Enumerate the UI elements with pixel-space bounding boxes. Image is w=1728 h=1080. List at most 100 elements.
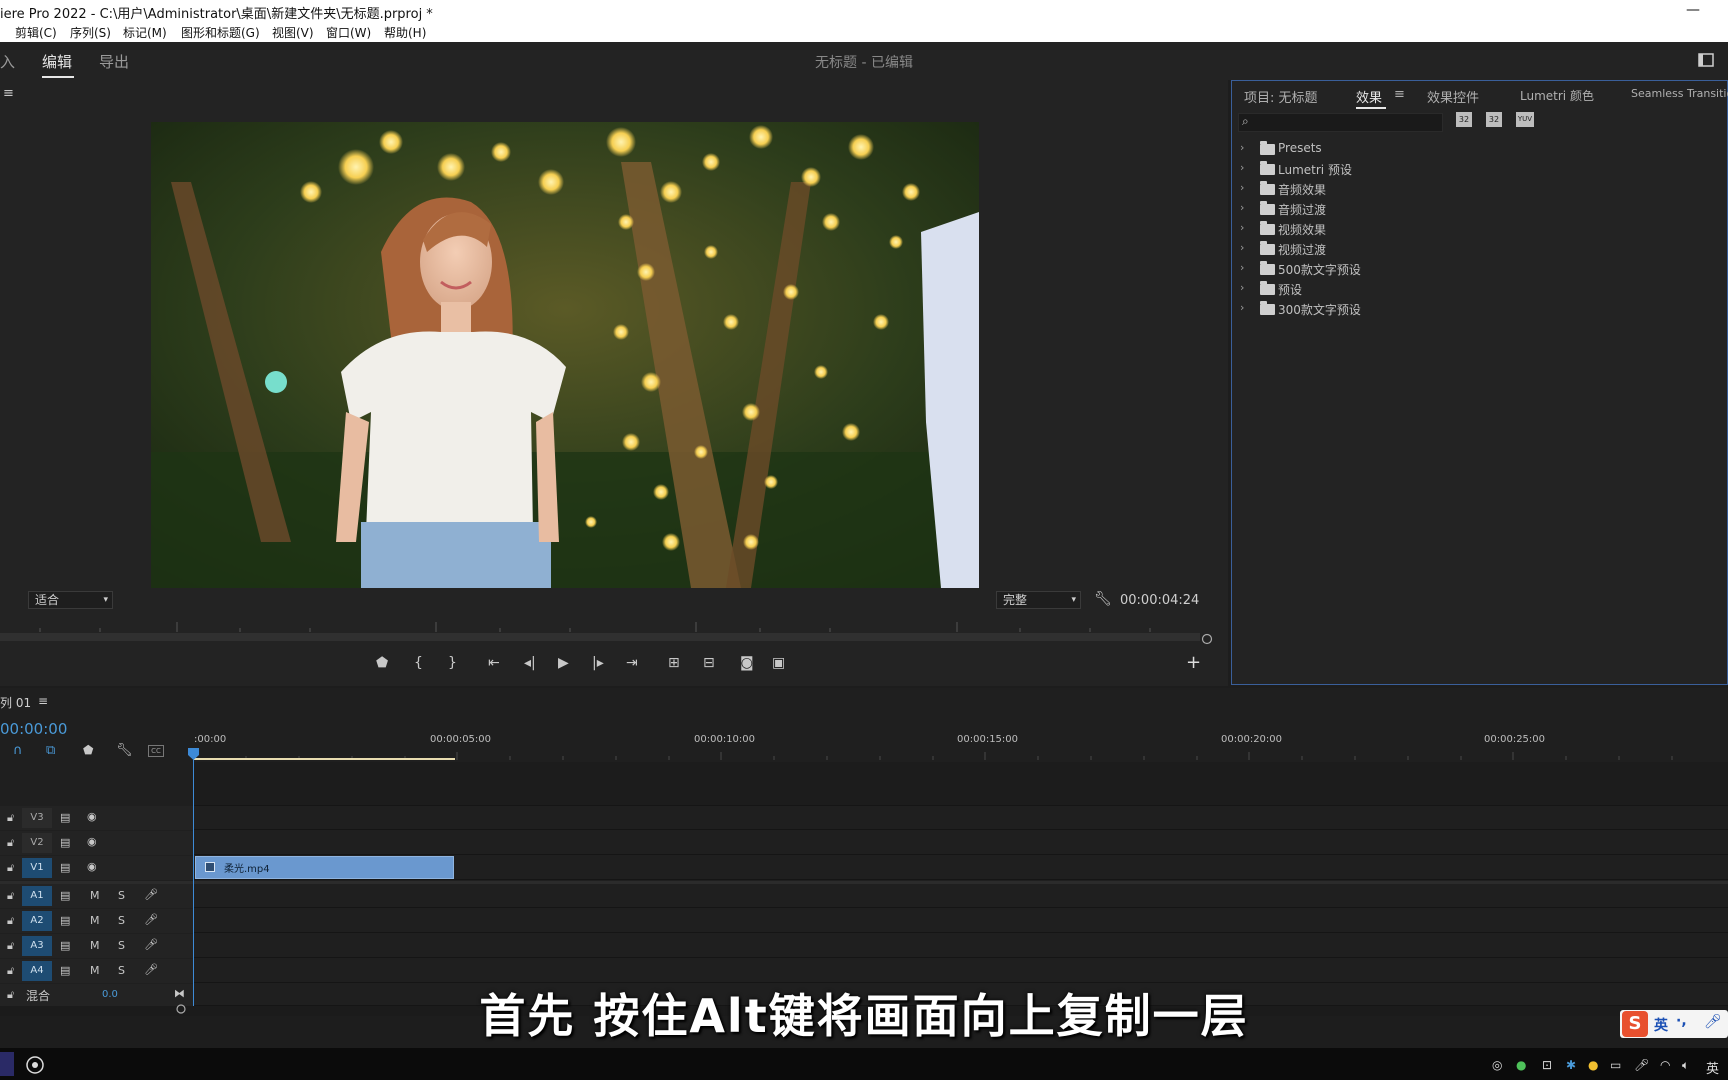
minimize-button[interactable]: — (1686, 2, 1700, 18)
menu-window[interactable]: 窗口(W) (326, 24, 371, 41)
chevron-right-icon[interactable]: › (1240, 301, 1244, 314)
tree-item-lumetri-presets[interactable]: › Lumetri 预设 (1232, 159, 1727, 179)
effects-search-input[interactable]: ⌕ (1238, 113, 1443, 132)
playhead-line[interactable] (193, 748, 194, 1008)
track-target-v2[interactable]: V2 (22, 833, 52, 853)
mute-button[interactable]: M (90, 889, 100, 902)
program-panel-menu-icon[interactable]: ≡ (3, 86, 14, 101)
go-to-out-icon[interactable]: ⇥ (626, 655, 638, 671)
extract-icon[interactable]: ⊟ (703, 655, 715, 671)
microphone-icon[interactable]: 🎤︎ (144, 938, 158, 951)
add-marker-icon[interactable]: ⬟ (83, 743, 93, 757)
chevron-right-icon[interactable]: › (1240, 281, 1244, 294)
camera-icon[interactable]: ◙ (740, 655, 754, 671)
sync-lock-icon[interactable]: ▤ (60, 836, 70, 849)
solo-button[interactable]: S (118, 914, 125, 927)
wechat-tray-icon[interactable]: ● (1516, 1058, 1526, 1072)
wrench-icon[interactable]: 🔧︎ (1094, 591, 1112, 607)
ime-punctuation[interactable]: ·, (1676, 1013, 1687, 1029)
play-icon[interactable]: ▶ (558, 655, 569, 671)
scrubber-end-handle-icon[interactable] (1201, 633, 1213, 645)
tree-item-video-transitions[interactable]: › 视频过渡 (1232, 239, 1727, 259)
volume-tray-icon[interactable]: 🔈︎ (1682, 1058, 1689, 1073)
video-clip[interactable]: 柔光.mp4 (195, 856, 454, 879)
premiere-taskbar-icon[interactable] (0, 1052, 14, 1076)
mark-out-icon[interactable]: } (448, 655, 457, 671)
program-scrubber-track[interactable] (0, 633, 1200, 641)
tab-lumetri-color[interactable]: Lumetri 颜色 (1520, 87, 1594, 104)
input-language-tray[interactable]: 英 (1706, 1058, 1719, 1077)
lock-icon[interactable]: 🔓︎ (7, 836, 14, 850)
chrome-taskbar-icon[interactable] (25, 1055, 45, 1075)
video-preview[interactable] (151, 122, 979, 588)
microphone-icon[interactable]: 🎤︎ (144, 913, 158, 926)
sync-lock-icon[interactable]: ▤ (60, 889, 70, 902)
track-lane-a3[interactable] (193, 934, 1728, 958)
tab-seamless-transition[interactable]: Seamless Transition (1631, 87, 1728, 100)
compare-view-icon[interactable]: ▣ (772, 655, 785, 671)
lift-icon[interactable]: ⊞ (668, 655, 680, 671)
lock-icon[interactable]: 🔓︎ (7, 811, 14, 825)
go-to-in-icon[interactable]: ⇤ (488, 655, 500, 671)
network-tray-icon[interactable]: ⊡ (1542, 1058, 1552, 1072)
lock-icon[interactable]: 🔓︎ (7, 861, 14, 875)
track-lane-a1[interactable] (193, 884, 1728, 908)
playhead-handle-icon[interactable] (188, 748, 199, 760)
work-area-bar[interactable] (193, 758, 455, 760)
track-target-a4[interactable]: A4 (22, 961, 52, 981)
quality-select[interactable]: 完整 ▾ (996, 591, 1081, 609)
track-target-a2[interactable]: A2 (22, 911, 52, 931)
ime-language[interactable]: 英 (1654, 1015, 1668, 1035)
tab-project[interactable]: 项目: 无标题 (1244, 87, 1318, 106)
chevron-right-icon[interactable]: › (1240, 221, 1244, 234)
lock-icon[interactable]: 🔓︎ (7, 939, 14, 953)
microphone-icon[interactable]: 🎤︎ (144, 888, 158, 901)
sogou-tray-icon[interactable]: ● (1588, 1058, 1598, 1072)
wrench-icon[interactable]: 🔧︎ (116, 743, 133, 758)
microphone-icon[interactable]: 🎤︎ (144, 963, 158, 976)
chevron-right-icon[interactable]: › (1240, 141, 1244, 154)
solo-button[interactable]: S (118, 964, 125, 977)
add-button-icon[interactable]: + (1186, 652, 1201, 673)
eye-icon[interactable]: ◉ (87, 835, 97, 848)
tree-item-presets[interactable]: › Presets (1232, 139, 1727, 159)
tree-item-audio-transitions[interactable]: › 音频过渡 (1232, 199, 1727, 219)
tree-item-video-effects[interactable]: › 视频效果 (1232, 219, 1727, 239)
menu-clip[interactable]: 剪辑(C) (15, 24, 57, 41)
bluetooth-tray-icon[interactable]: ✱ (1566, 1058, 1576, 1072)
chevron-right-icon[interactable]: › (1240, 161, 1244, 174)
track-lane-v3[interactable] (193, 806, 1728, 830)
effects-panel-menu-icon[interactable]: ≡ (1394, 87, 1405, 102)
solo-button[interactable]: S (118, 939, 125, 952)
tree-item-300-text-presets[interactable]: › 300款文字预设 (1232, 299, 1727, 319)
captions-icon[interactable]: CC (148, 745, 164, 757)
tree-item-audio-effects[interactable]: › 音频效果 (1232, 179, 1727, 199)
sync-lock-icon[interactable]: ▤ (60, 939, 70, 952)
microphone-icon[interactable]: 🎤︎ (1634, 1058, 1649, 1072)
chevron-right-icon[interactable]: › (1240, 201, 1244, 214)
mute-button[interactable]: M (90, 914, 100, 927)
menu-view[interactable]: 视图(V) (272, 24, 314, 41)
tab-effects[interactable]: 效果 (1356, 87, 1382, 106)
chevron-right-icon[interactable]: › (1240, 261, 1244, 274)
microphone-icon[interactable]: 🎤︎ (1704, 1014, 1722, 1030)
lock-icon[interactable]: 🔓︎ (7, 964, 14, 978)
step-back-icon[interactable]: ◂| (524, 655, 536, 671)
security-tray-icon[interactable]: ◎ (1492, 1058, 1502, 1072)
sync-lock-icon[interactable]: ▤ (60, 964, 70, 977)
accelerated-effects-icon[interactable]: 32 (1456, 112, 1472, 127)
lock-icon[interactable]: 🔓︎ (7, 889, 14, 903)
eye-icon[interactable]: ◉ (87, 860, 97, 873)
lock-icon[interactable]: 🔓︎ (7, 914, 14, 928)
mark-in-icon[interactable]: { (414, 655, 423, 671)
track-target-a3[interactable]: A3 (22, 936, 52, 956)
playhead-timecode[interactable]: 00:00:00 (0, 720, 67, 738)
tree-item-500-text-presets[interactable]: › 500款文字预设 (1232, 259, 1727, 279)
sequence-tab[interactable]: 列 01 (0, 694, 31, 711)
step-forward-icon[interactable]: |▸ (592, 655, 604, 671)
chevron-right-icon[interactable]: › (1240, 181, 1244, 194)
mute-button[interactable]: M (90, 964, 100, 977)
menu-help[interactable]: 帮助(H) (384, 24, 426, 41)
sync-lock-icon[interactable]: ▤ (60, 861, 70, 874)
wifi-tray-icon[interactable]: ◠ (1660, 1058, 1670, 1072)
